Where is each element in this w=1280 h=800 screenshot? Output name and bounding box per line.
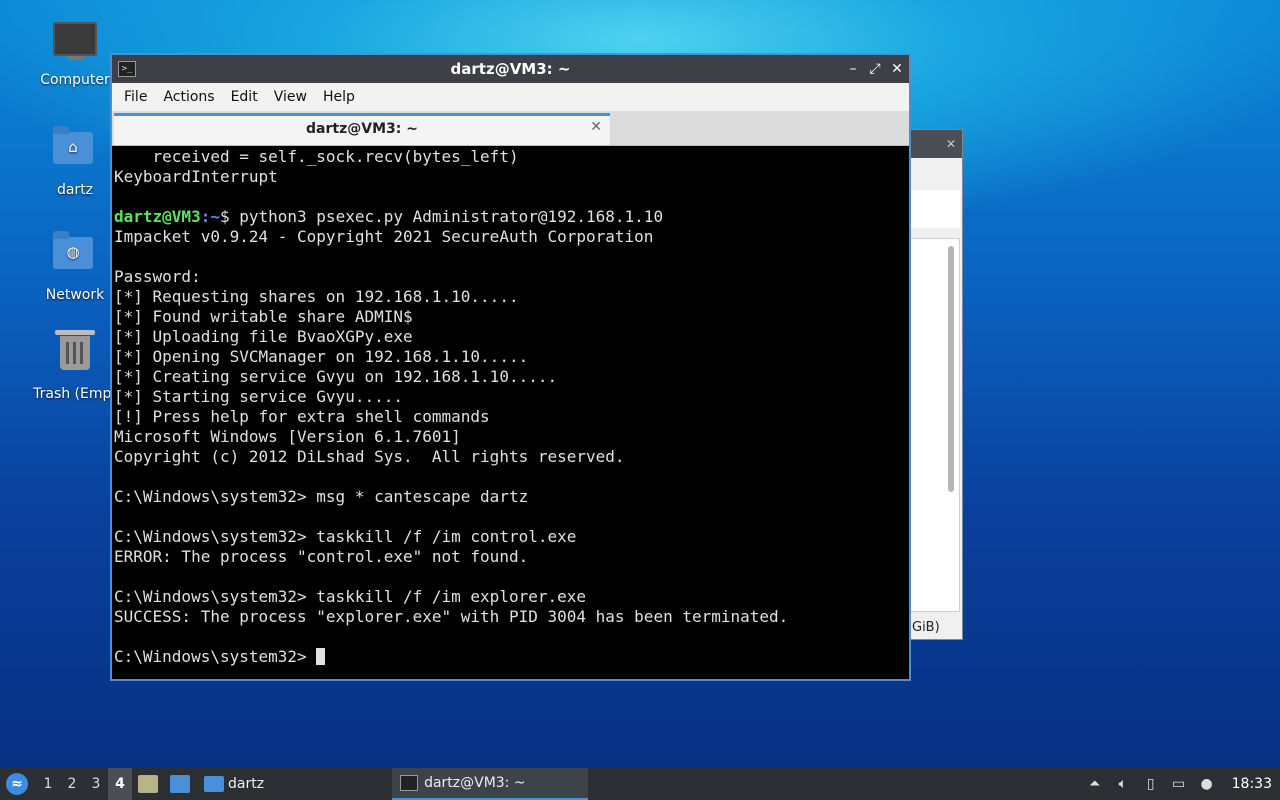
terminal-line: [*] Creating service Gvyu on 192.168.1.1… <box>114 367 558 386</box>
terminal-line: [*] Starting service Gvyu..... <box>114 387 403 406</box>
task-terminal[interactable]: dartz@VM3: ~ <box>392 768 589 800</box>
terminal-line: KeyboardInterrupt <box>114 167 278 186</box>
terminal-line: [*] Opening SVCManager on 192.168.1.10..… <box>114 347 529 366</box>
terminal-titlebar[interactable]: >_ dartz@VM3: ~ – ⤢ ✕ <box>112 55 909 83</box>
start-menu-icon[interactable]: ≈ <box>6 773 28 795</box>
tab-bar: dartz@VM3: ~ ✕ <box>112 111 909 146</box>
task-label: dartz@VM3: ~ <box>424 775 526 791</box>
final-prompt: C:\Windows\system32> <box>114 647 317 666</box>
text-cursor <box>316 648 326 665</box>
workspace-2[interactable]: 2 <box>60 776 84 792</box>
background-window-titlebar[interactable]: ✕ <box>906 130 962 158</box>
terminal-icon <box>400 775 419 791</box>
output-after: Impacket v0.9.24 - Copyright 2021 Secure… <box>114 227 907 647</box>
computer-icon <box>53 22 97 66</box>
trash-icon <box>53 330 97 380</box>
background-window-toolbar <box>906 190 960 228</box>
task-dartz-folder[interactable]: dartz <box>196 768 272 800</box>
menu-actions[interactable]: Actions <box>155 89 222 105</box>
task-label: dartz <box>228 776 265 792</box>
terminal-line: C:\Windows\system32> taskkill /f /im exp… <box>114 587 587 606</box>
close-button[interactable]: ✕ <box>887 55 907 83</box>
prompt-line: dartz@VM3:~$ python3 psexec.py Administr… <box>114 207 907 227</box>
terminal-line: [!] Press help for extra shell commands <box>114 407 490 426</box>
minimize-button[interactable]: – <box>843 55 863 83</box>
terminal-line: [*] Uploading file BvaoXGPy.exe <box>114 327 413 346</box>
terminal-line: C:\Windows\system32> taskkill /f /im con… <box>114 527 577 546</box>
output-before: received = self._sock.recv(bytes_left) K… <box>114 147 907 207</box>
background-window-scrollbar[interactable] <box>948 246 954 492</box>
prompt-command: $ python3 psexec.py Administrator@192.16… <box>219 207 664 226</box>
terminal-line: Copyright (c) 2012 DiLshad Sys. All righ… <box>114 447 625 466</box>
background-window[interactable]: ✕ GiB) <box>905 129 963 640</box>
terminal-line: Impacket v0.9.24 - Copyright 2021 Secure… <box>114 227 654 246</box>
workspace-1[interactable]: 1 <box>36 776 60 792</box>
network-icon[interactable]: ▭ <box>1170 776 1188 792</box>
terminal-line: [*] Requesting shares on 192.168.1.10...… <box>114 287 519 306</box>
tray-up-arrow-icon[interactable]: ⏶ <box>1086 776 1104 792</box>
prompt-user: dartz@VM3 <box>114 207 201 226</box>
clock[interactable]: 18:33 <box>1226 776 1272 792</box>
workspace-4[interactable]: 4 <box>108 768 132 800</box>
folder-icon <box>204 776 224 792</box>
terminal-line: SUCCESS: The process "explorer.exe" with… <box>114 607 789 626</box>
terminal-line: Microsoft Windows [Version 6.1.7601] <box>114 427 461 446</box>
terminal-line: received = self._sock.recv(bytes_left) <box>152 147 519 166</box>
menu-view[interactable]: View <box>266 89 315 105</box>
terminal-line: Password: <box>114 267 201 286</box>
notification-icon[interactable]: ● <box>1198 776 1216 792</box>
clipboard-icon[interactable]: ▯ <box>1142 776 1160 792</box>
maximize-button[interactable]: ⤢ <box>865 55 885 83</box>
menu-help[interactable]: Help <box>315 89 363 105</box>
tab-label: dartz@VM3: ~ <box>306 121 418 137</box>
tab-close-icon[interactable]: ✕ <box>590 119 602 135</box>
taskbar: ≈ 1 2 3 4 dartz dartz@VM3: ~ ⏶ 🔈︎ ▯ ▭ ● … <box>0 768 1280 800</box>
workspace-3[interactable]: 3 <box>84 776 108 792</box>
home-folder-icon: ⌂ <box>53 126 97 176</box>
network-folder-icon: ◍ <box>53 231 97 281</box>
terminal-line: [*] Found writable share ADMIN$ <box>114 307 413 326</box>
menu-edit[interactable]: Edit <box>223 89 266 105</box>
show-desktop-icon[interactable] <box>170 775 190 793</box>
background-window-status: GiB) <box>912 620 940 635</box>
terminal-output[interactable]: received = self._sock.recv(bytes_left) K… <box>112 147 909 679</box>
window-title: dartz@VM3: ~ <box>450 60 571 78</box>
volume-icon[interactable]: 🔈︎ <box>1114 776 1132 792</box>
system-tray: ⏶ 🔈︎ ▯ ▭ ● 18:33 <box>1086 776 1280 792</box>
file-manager-launcher-icon[interactable] <box>138 775 158 793</box>
prompt-path: :~ <box>200 207 220 226</box>
terminal-line: C:\Windows\system32> msg * cantescape da… <box>114 487 529 506</box>
current-prompt[interactable]: C:\Windows\system32> <box>114 647 907 667</box>
menu-file[interactable]: File <box>116 89 155 105</box>
menu-bar: File Actions Edit View Help <box>112 83 909 111</box>
terminal-window[interactable]: >_ dartz@VM3: ~ – ⤢ ✕ File Actions Edit … <box>110 53 911 681</box>
terminal-line: ERROR: The process "control.exe" not fou… <box>114 547 529 566</box>
tab-terminal[interactable]: dartz@VM3: ~ ✕ <box>114 113 610 145</box>
